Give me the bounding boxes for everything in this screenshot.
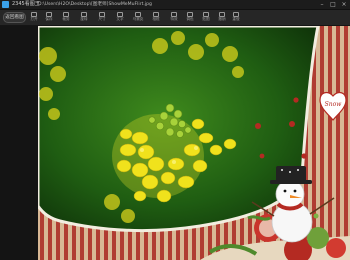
tool-label: 撤销	[218, 17, 226, 21]
tool-label: 调色	[186, 17, 194, 21]
tool-size[interactable]: 尺寸	[96, 11, 108, 25]
tool-label: 马赛克	[132, 17, 144, 21]
maximize-button[interactable]: □	[329, 1, 337, 8]
tool-label: 打开	[30, 17, 38, 21]
app-logo-icon	[2, 1, 9, 8]
tool-open[interactable]: 打开	[28, 11, 40, 25]
tool-label: 尺寸	[98, 17, 106, 21]
tool-text[interactable]: 文字	[114, 11, 126, 25]
minimize-button[interactable]: –	[318, 1, 326, 8]
tool-frame[interactable]: 相框	[150, 11, 162, 25]
tool-label: 保存	[45, 17, 53, 21]
tool-sticker[interactable]: 贴图	[200, 11, 212, 25]
tool-label: 重做	[232, 17, 240, 21]
tool-redo[interactable]: 重做	[230, 11, 242, 25]
tool-effect[interactable]: 特效	[168, 11, 180, 25]
file-path: D:\Users\H2O\Desktop\[图老师]ShowMeMuFlirt.…	[38, 2, 152, 7]
tool-label: 文字	[116, 17, 124, 21]
tool-label: 裁剪	[62, 17, 70, 21]
tool-save[interactable]: 保存	[43, 11, 55, 25]
tool-mosaic[interactable]: 马赛克	[132, 11, 144, 25]
tool-undo[interactable]: 撤销	[216, 11, 228, 25]
close-button[interactable]: ×	[340, 1, 348, 8]
snow-sticker-text: Snow	[325, 101, 343, 108]
return-to-viewer-button[interactable]: 返回看图	[3, 12, 26, 23]
tool-rotate[interactable]: 旋转	[78, 11, 90, 25]
tool-label: 相框	[152, 17, 160, 21]
title-bar: 2345看图王 D:\Users\H2O\Desktop\[图老师]ShowMe…	[0, 0, 350, 10]
tool-label: 特效	[170, 17, 178, 21]
tool-crop[interactable]: 裁剪	[60, 11, 72, 25]
image-canvas[interactable]: Snow	[0, 26, 350, 260]
photo: Snow	[38, 26, 350, 260]
tool-label: 贴图	[202, 17, 210, 21]
app-name: 2345看图王	[12, 1, 40, 7]
tool-adjust[interactable]: 调色	[184, 11, 196, 25]
tool-label: 旋转	[80, 17, 88, 21]
toolbar: 返回看图 打开 保存 裁剪 旋转 尺寸 文字 马赛克 相框 特效 调色 贴图 撤…	[0, 10, 350, 26]
